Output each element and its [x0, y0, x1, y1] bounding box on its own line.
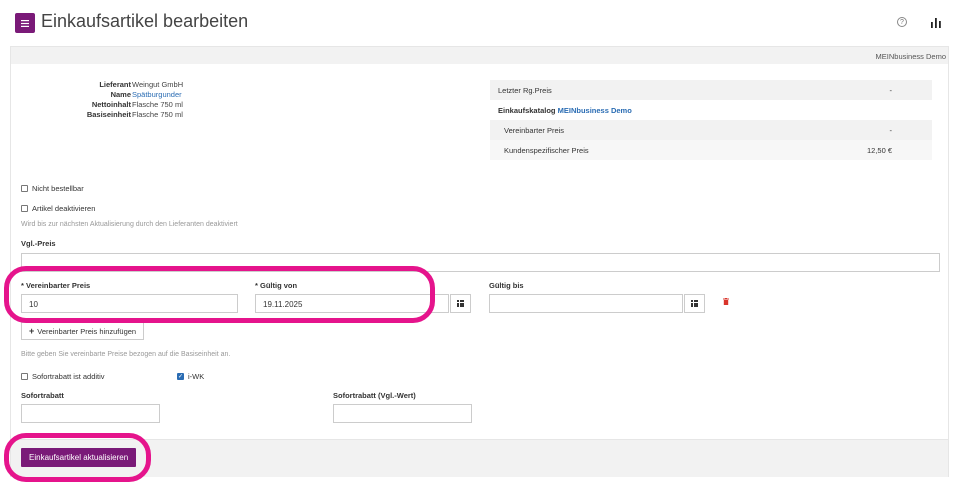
comparison-price-input[interactable]: [21, 253, 940, 272]
deactivate-label: Artikel deaktivieren: [32, 204, 96, 213]
discount-input[interactable]: [21, 404, 160, 423]
edit-panel: MEINbusiness Demo Lieferant Name Nettoin…: [10, 46, 949, 477]
article-name-link[interactable]: Spätburgunder: [132, 90, 183, 100]
not-orderable-label: Nicht bestellbar: [32, 184, 84, 193]
name-label: Name: [110, 90, 131, 99]
supplier-label: Lieferant: [99, 80, 131, 89]
catalog-row: Einkaufskatalog MEINbusiness Demo: [490, 100, 932, 120]
panel-topbar: MEINbusiness Demo: [11, 47, 948, 64]
agreed-price-field-label: * Vereinbarter Preis: [21, 281, 91, 290]
plus-icon: +: [29, 326, 35, 336]
base-unit-label: Basiseinheit: [86, 110, 131, 119]
panel-footer: [11, 439, 948, 477]
not-orderable-checkbox[interactable]: [21, 185, 28, 192]
last-invoice-value: -: [889, 85, 893, 95]
customer-price-value: 12,50 €: [866, 145, 892, 155]
valid-from-calendar-button[interactable]: [450, 294, 471, 313]
page-title: Einkaufsartikel bearbeiten: [41, 11, 249, 31]
additive-discount-label: Sofortrabatt ist additiv: [32, 372, 105, 381]
agreed-price-input[interactable]: 10: [21, 294, 238, 313]
customer-price-row: Kundenspezifischer Preis 12,50 €: [490, 140, 932, 160]
iwk-label: i-WK: [188, 372, 205, 381]
add-agreed-price-label: Vereinbarter Preis hinzufügen: [37, 326, 137, 336]
last-invoice-row: Letzter Rg.Preis -: [490, 80, 932, 100]
article-info-labels: Lieferant Name Nettoinhalt Basiseinheit: [71, 80, 131, 120]
agreed-price-row: Vereinbarter Preis -: [490, 120, 932, 140]
customer-price-label: Kundenspezifischer Preis: [504, 145, 589, 155]
agreed-price-value: -: [889, 125, 893, 135]
price-table: Letzter Rg.Preis - Einkaufskatalog MEINb…: [490, 80, 932, 160]
net-content-label: Nettoinhalt: [91, 100, 131, 109]
bar-chart-icon[interactable]: [930, 18, 942, 28]
discount-vgl-label: Sofortrabatt (Vgl.-Wert): [333, 391, 416, 400]
deactivate-checkbox[interactable]: [21, 205, 28, 212]
calendar-icon: [691, 300, 698, 307]
net-content-value: Flasche 750 ml: [132, 100, 183, 109]
delete-icon[interactable]: [723, 298, 729, 305]
agreed-price-hint: Bitte geben Sie vereinbarte Preise bezog…: [21, 351, 231, 358]
not-orderable-row[interactable]: Nicht bestellbar: [21, 184, 84, 193]
discount-vgl-input[interactable]: [333, 404, 472, 423]
article-info-values: Weingut GmbH Spätburgunder Flasche 750 m…: [132, 80, 183, 120]
valid-to-calendar-button[interactable]: [684, 294, 705, 313]
agreed-price-label: Vereinbarter Preis: [504, 125, 565, 135]
additive-discount-row[interactable]: Sofortrabatt ist additiv: [21, 372, 105, 381]
calendar-icon: [457, 300, 464, 307]
deactivate-hint: Wird bis zur nächsten Aktualisierung dur…: [21, 221, 238, 228]
last-invoice-label: Letzter Rg.Preis: [498, 85, 552, 95]
valid-from-label: * Gültig von: [255, 281, 298, 290]
base-unit-value: Flasche 750 ml: [132, 110, 183, 119]
supplier-value: Weingut GmbH: [132, 80, 184, 89]
comparison-price-label: Vgl.-Preis: [21, 239, 56, 248]
valid-to-input[interactable]: [489, 294, 683, 313]
deactivate-row[interactable]: Artikel deaktivieren: [21, 204, 95, 213]
iwk-checkbox[interactable]: ✓: [177, 373, 184, 380]
add-agreed-price-button[interactable]: + Vereinbarter Preis hinzufügen: [21, 322, 145, 340]
iwk-row[interactable]: ✓ i-WK: [177, 372, 204, 381]
help-icon[interactable]: ?: [897, 17, 907, 27]
company-name: MEINbusiness Demo: [875, 52, 946, 61]
header: Einkaufsartikel bearbeiten ?: [0, 0, 954, 44]
menu-button[interactable]: [15, 13, 35, 33]
catalog-label: Einkaufskatalog: [498, 105, 556, 115]
update-article-button[interactable]: Einkaufsartikel aktualisieren: [21, 448, 137, 467]
catalog-link[interactable]: MEINbusiness Demo: [558, 106, 632, 115]
valid-to-label: Gültig bis: [489, 281, 524, 290]
menu-icon: [21, 19, 29, 27]
additive-discount-checkbox[interactable]: [21, 373, 28, 380]
valid-from-input[interactable]: 19.11.2025: [255, 294, 449, 313]
discount-label: Sofortrabatt: [21, 391, 64, 400]
